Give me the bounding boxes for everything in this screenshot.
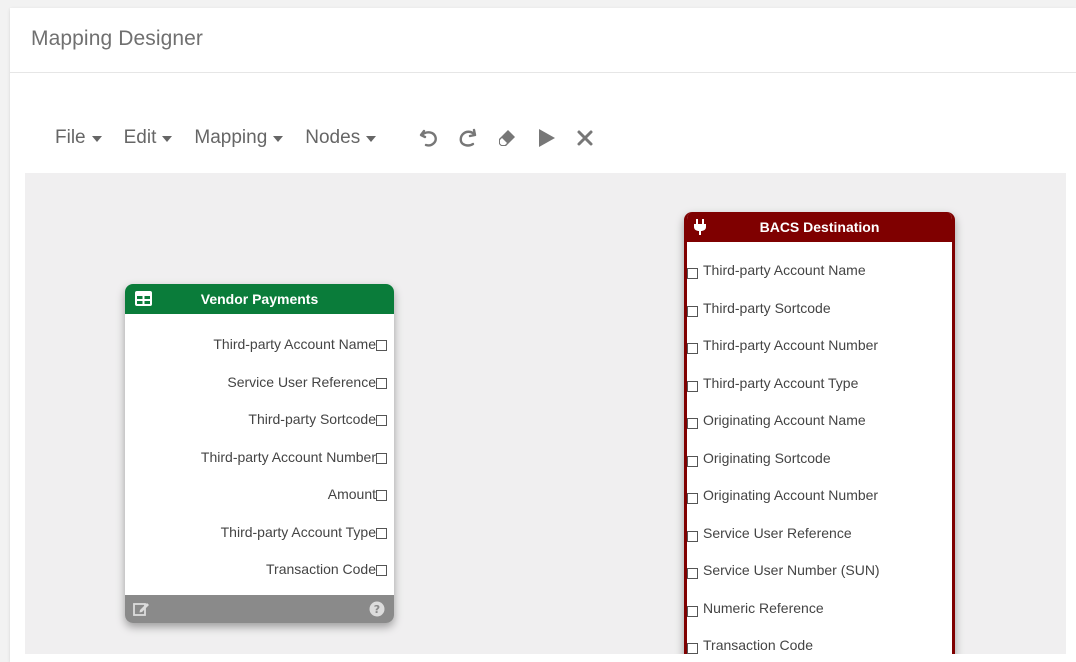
field-port[interactable] (376, 527, 387, 539)
field-label: Transaction Code (703, 637, 813, 653)
menu-edit-label: Edit (123, 127, 157, 148)
eraser-button[interactable] (494, 125, 520, 151)
field-label: Transaction Code (266, 561, 376, 577)
menu-edit[interactable]: Edit (124, 127, 173, 149)
table-icon (135, 291, 152, 309)
eraser-icon (499, 130, 516, 146)
toolbar: File Edit Mapping Nodes (55, 124, 611, 152)
field-port[interactable] (376, 565, 387, 576)
field-port[interactable] (687, 568, 698, 579)
node-vendor-payments-footer: ? (125, 595, 394, 623)
field-port[interactable] (376, 377, 387, 389)
field-label: Third-party Sortcode (703, 299, 831, 316)
field-label: Originating Account Number (703, 487, 879, 503)
field-label: Third-party Account Name (703, 262, 866, 278)
field-label: Third-party Account Type (220, 523, 376, 540)
caret-down-icon (162, 135, 173, 142)
node-vendor-payments-header[interactable]: Vendor Payments (125, 284, 394, 314)
mapping-canvas[interactable]: Vendor Payments Third-party Account Name… (25, 173, 1066, 654)
page-title: Mapping Designer (31, 27, 204, 50)
field-port[interactable] (687, 380, 698, 392)
run-button[interactable] (533, 125, 559, 151)
menu-file-label: File (55, 127, 86, 148)
field-label: Third-party Account Number (703, 337, 879, 353)
menu-nodes-label: Nodes (305, 127, 361, 148)
caret-down-icon (366, 135, 377, 142)
field-label: Third-party Account Name (213, 336, 376, 352)
menu-mapping[interactable]: Mapping (194, 127, 284, 149)
clear-button[interactable] (572, 125, 598, 151)
node-bacs-destination-header[interactable]: BACS Destination (687, 212, 952, 242)
field-port[interactable] (376, 490, 387, 501)
field-port[interactable] (376, 340, 387, 351)
caret-down-icon (91, 135, 102, 142)
panel-header: Mapping Designer (10, 8, 1076, 73)
field-port[interactable] (687, 493, 698, 504)
node-bacs-destination[interactable]: BACS Destination Third-party Account Nam… (684, 212, 955, 654)
menu-nodes[interactable]: Nodes (305, 127, 377, 149)
field-port[interactable] (687, 530, 698, 542)
node-bacs-destination-title: BACS Destination (759, 219, 880, 235)
field-port[interactable] (687, 643, 698, 654)
undo-button[interactable] (416, 125, 442, 151)
redo-icon (459, 128, 477, 147)
field-port[interactable] (376, 452, 387, 464)
help-icon[interactable]: ? (369, 601, 385, 622)
field-label: Numeric Reference (703, 599, 824, 616)
field-label: Service User Number (SUN) (703, 562, 880, 578)
field-label: Third-party Sortcode (248, 411, 376, 427)
field-label: Third-party Account Type (703, 374, 859, 391)
field-label: Third-party Account Number (200, 448, 376, 465)
field-port[interactable] (687, 268, 698, 279)
redo-button[interactable] (455, 125, 481, 151)
field-port[interactable] (687, 605, 698, 617)
svg-text:?: ? (374, 603, 380, 616)
menu-file[interactable]: File (55, 127, 102, 149)
field-port[interactable] (687, 455, 698, 467)
field-label: Amount (327, 486, 376, 502)
field-port[interactable] (687, 343, 698, 354)
plug-icon (693, 219, 707, 238)
edit-icon[interactable] (133, 601, 150, 622)
field-port[interactable] (376, 415, 387, 426)
field-port[interactable] (687, 418, 698, 429)
field-port[interactable] (687, 305, 698, 317)
play-icon (539, 129, 556, 147)
caret-down-icon (273, 135, 284, 142)
undo-icon (419, 129, 438, 147)
tool-buttons (416, 125, 611, 151)
node-vendor-payments[interactable]: Vendor Payments Third-party Account Name… (125, 284, 394, 623)
node-vendor-payments-title: Vendor Payments (200, 291, 319, 307)
field-label: Originating Sortcode (703, 449, 831, 466)
close-icon (577, 130, 593, 146)
field-label: Service User Reference (703, 524, 852, 541)
field-label: Originating Account Name (703, 412, 866, 428)
menu-mapping-label: Mapping (194, 127, 268, 148)
field-label: Service User Reference (227, 373, 376, 390)
